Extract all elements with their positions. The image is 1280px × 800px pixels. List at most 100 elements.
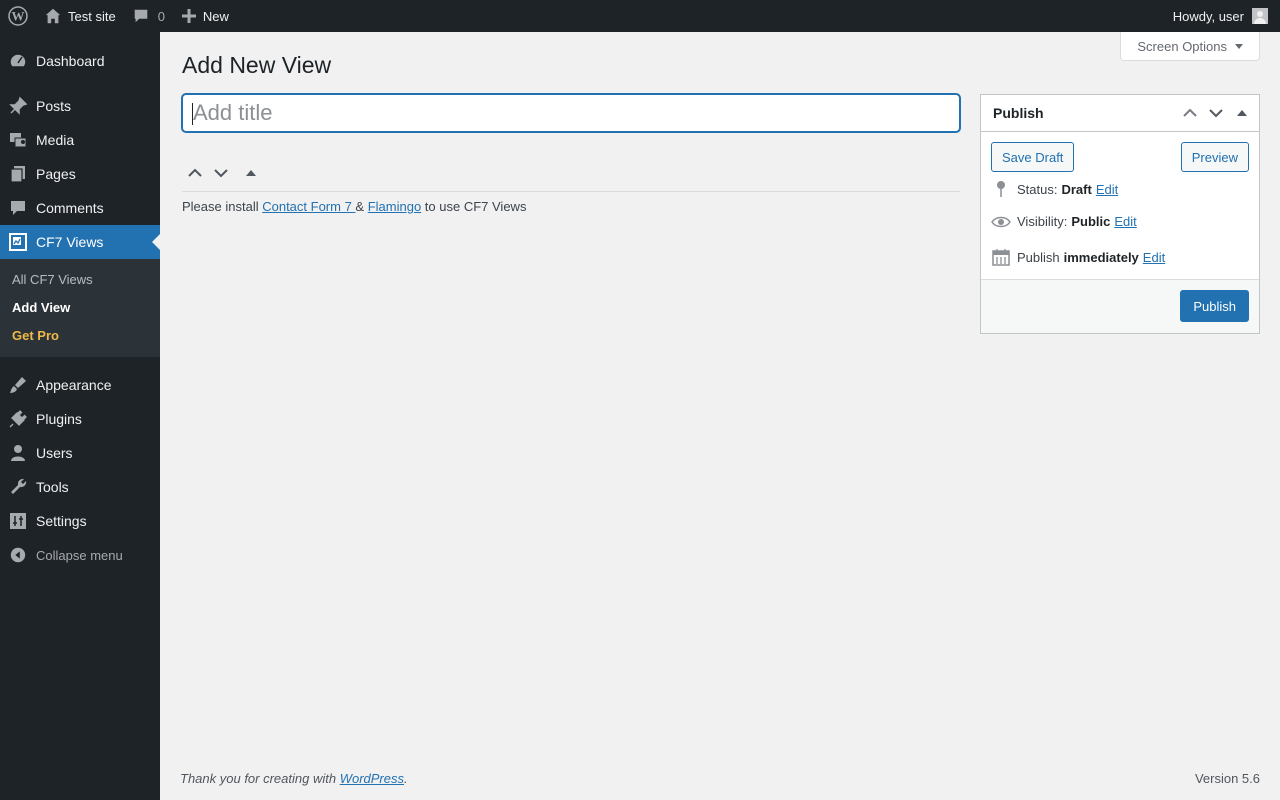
footer-thanks: Thank you for creating with WordPress. <box>180 771 408 786</box>
menu-item-media[interactable]: Media <box>0 123 160 157</box>
menu-label-comments: Comments <box>36 200 104 216</box>
eye-icon <box>991 215 1011 229</box>
install-amp: & <box>355 199 368 214</box>
publish-metabox: Publish Save Draft Preview Status: Draft… <box>980 94 1260 334</box>
divider <box>182 191 960 192</box>
install-suffix: to use CF7 Views <box>421 199 527 214</box>
menu-item-users[interactable]: Users <box>0 436 160 470</box>
menu-item-cf7-views[interactable]: CF7 Views <box>0 225 160 259</box>
site-name-link[interactable]: Test site <box>36 0 124 32</box>
paintbrush-icon <box>0 375 36 395</box>
menu-label-tools: Tools <box>36 479 69 495</box>
menu-label-appearance: Appearance <box>36 377 112 393</box>
menu-label-plugins: Plugins <box>36 411 82 427</box>
contact-form-7-link[interactable]: Contact Form 7 <box>262 199 355 214</box>
move-up-icon[interactable] <box>182 162 208 184</box>
menu-item-posts[interactable]: Posts <box>0 89 160 123</box>
footer-thanks-text: Thank you for creating with <box>180 771 340 786</box>
screen-options-button[interactable]: Screen Options <box>1120 32 1260 61</box>
move-up-icon[interactable] <box>1177 101 1203 125</box>
toggle-panel-icon[interactable] <box>1229 101 1255 125</box>
menu-item-appearance[interactable]: Appearance <box>0 368 160 402</box>
publish-footer: Publish <box>981 279 1259 333</box>
main-content: Screen Options Add New View Please insta… <box>160 32 1280 800</box>
toggle-panel-icon[interactable] <box>238 162 264 184</box>
collapse-arrow-icon <box>0 546 36 564</box>
submenu-add-view[interactable]: Add View <box>0 294 160 322</box>
text-cursor <box>192 103 193 125</box>
menu-label-settings: Settings <box>36 513 87 529</box>
wordpress-logo-icon[interactable]: W <box>0 0 36 32</box>
svg-text:W: W <box>12 9 25 24</box>
admin-bar: W Test site 0 New Howdy, user <box>0 0 1280 32</box>
comments-link[interactable]: 0 <box>124 0 173 32</box>
cf7-views-icon <box>0 232 36 252</box>
edit-visibility-link[interactable]: Edit <box>1114 214 1136 229</box>
media-icon <box>0 130 36 150</box>
footer-version: Version 5.6 <box>1194 771 1260 786</box>
metabox-handle-actions <box>182 162 264 184</box>
visibility-row: Visibility: Public Edit <box>991 214 1137 229</box>
move-down-icon[interactable] <box>208 162 234 184</box>
menu-label-users: Users <box>36 445 73 461</box>
save-draft-button[interactable]: Save Draft <box>991 142 1075 172</box>
status-value: Draft <box>1061 181 1092 197</box>
wordpress-link[interactable]: WordPress <box>340 771 404 786</box>
site-name: Test site <box>68 8 116 24</box>
page-title: Add New View <box>182 52 332 78</box>
edit-publish-time-link[interactable]: Edit <box>1143 250 1165 265</box>
pages-icon <box>0 164 36 184</box>
pin-icon <box>991 180 1011 198</box>
submenu-get-pro[interactable]: Get Pro <box>0 322 160 350</box>
title-input[interactable] <box>182 94 960 132</box>
status-label: Status: <box>1017 181 1058 197</box>
menu-item-comments[interactable]: Comments <box>0 191 160 225</box>
avatar <box>1252 8 1268 24</box>
comment-icon <box>0 198 36 218</box>
flamingo-link[interactable]: Flamingo <box>368 199 421 214</box>
submenu-all-cf7-views[interactable]: All CF7 Views <box>0 266 160 294</box>
comment-bubble-icon <box>132 7 150 25</box>
publish-actions: Save Draft Preview Status: Draft Edit Vi… <box>981 132 1259 280</box>
collapse-menu-button[interactable]: Collapse menu <box>0 538 160 572</box>
calendar-icon <box>991 248 1011 266</box>
preview-button[interactable]: Preview <box>1180 142 1249 172</box>
screen-options-label: Screen Options <box>1137 38 1227 54</box>
menu-label-posts: Posts <box>36 98 72 114</box>
home-icon <box>44 7 62 25</box>
menu-item-tools[interactable]: Tools <box>0 470 160 504</box>
cf7-views-submenu: All CF7 Views Add View Get Pro <box>0 259 160 357</box>
howdy-text: Howdy, user <box>1172 8 1244 24</box>
menu-item-plugins[interactable]: Plugins <box>0 402 160 436</box>
visibility-label: Visibility: <box>1017 214 1068 229</box>
publish-time-label: Publish <box>1017 249 1060 265</box>
dashboard-icon <box>0 51 36 71</box>
menu-label-cf7-views: CF7 Views <box>36 234 104 250</box>
menu-label-dashboard: Dashboard <box>36 53 105 69</box>
plug-icon <box>0 409 36 429</box>
move-down-icon[interactable] <box>1203 101 1229 125</box>
footer-period: . <box>404 771 408 786</box>
menu-label-pages: Pages <box>36 166 76 182</box>
plus-icon <box>181 8 197 24</box>
publish-button[interactable]: Publish <box>1180 290 1249 322</box>
collapse-menu-label: Collapse menu <box>36 547 123 563</box>
menu-item-dashboard[interactable]: Dashboard <box>0 44 160 78</box>
edit-status-link[interactable]: Edit <box>1096 182 1118 197</box>
publish-time-row: Publish immediately Edit <box>991 248 1165 266</box>
publish-time-value: immediately <box>1063 249 1139 265</box>
visibility-value: Public <box>1071 214 1111 229</box>
admin-menu: Dashboard Posts Media Pages Comments CF7… <box>0 32 160 800</box>
caret-down-icon <box>1235 43 1243 49</box>
settings-icon <box>0 511 36 531</box>
install-notice: Please install Contact Form 7 & Flamingo… <box>182 199 526 214</box>
comments-count: 0 <box>157 8 165 24</box>
install-prefix: Please install <box>182 199 263 214</box>
menu-item-pages[interactable]: Pages <box>0 157 160 191</box>
menu-item-settings[interactable]: Settings <box>0 504 160 538</box>
user-icon <box>0 443 36 463</box>
new-content-link[interactable]: New <box>173 0 237 32</box>
publish-header: Publish <box>981 95 1259 132</box>
my-account-link[interactable]: Howdy, user <box>1165 0 1280 32</box>
wrench-icon <box>0 477 36 497</box>
